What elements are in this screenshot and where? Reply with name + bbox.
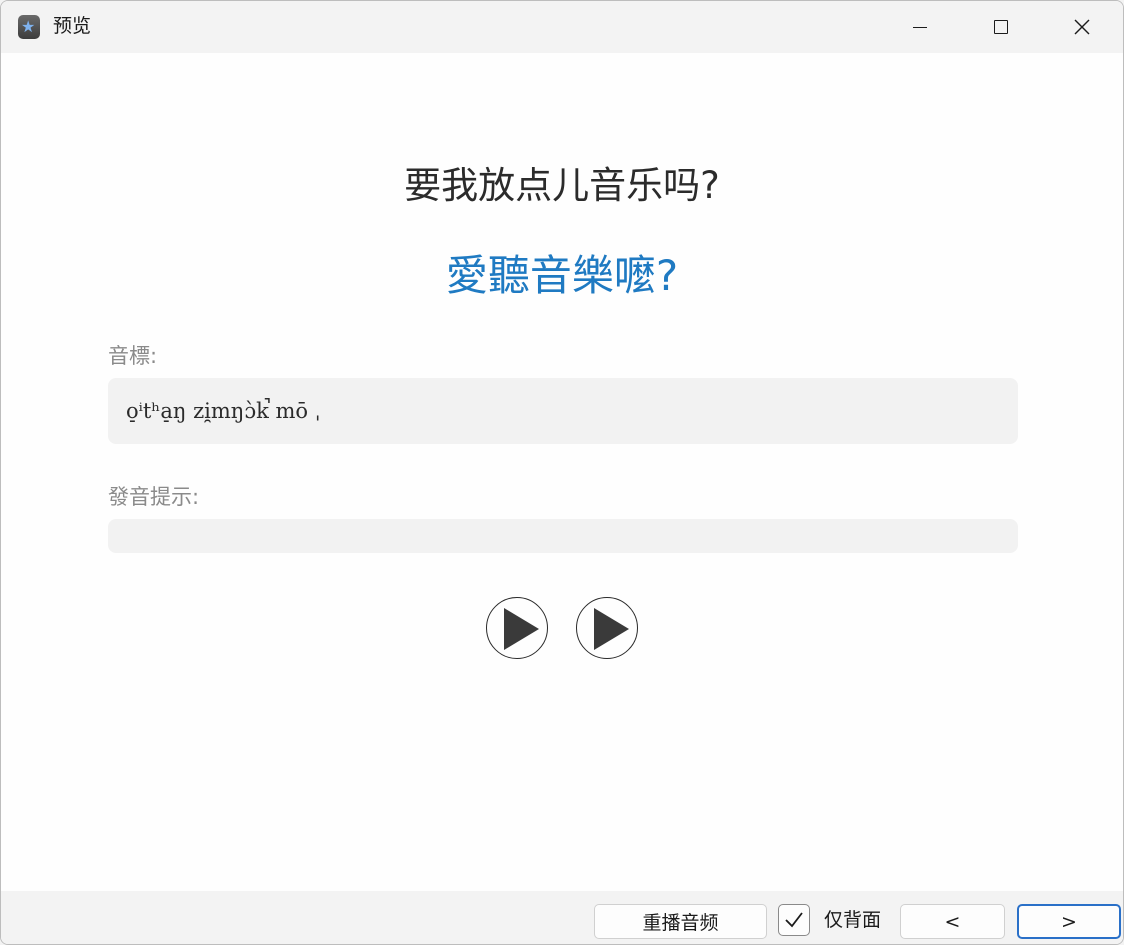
card-back-text: 愛聽音樂嚒? bbox=[445, 251, 679, 300]
play-audio-button-1[interactable] bbox=[486, 597, 548, 659]
footer-toolbar: 重播音频 仅背面 < > bbox=[1, 891, 1123, 944]
ipa-label: 音標: bbox=[108, 344, 158, 368]
close-icon bbox=[1074, 19, 1090, 35]
play-audio-button-2[interactable] bbox=[576, 597, 638, 659]
replay-audio-button[interactable]: 重播音频 bbox=[594, 904, 767, 939]
play-icon bbox=[594, 608, 629, 650]
window-title: 预览 bbox=[53, 15, 92, 37]
app-star-icon bbox=[18, 15, 40, 39]
play-icon bbox=[504, 608, 539, 650]
ipa-value: o̠ⁱtʰa̠ŋ zi̯mŋɔ̀k̚ mō ˌ bbox=[126, 399, 321, 423]
previous-button[interactable]: < bbox=[900, 904, 1005, 939]
close-button[interactable] bbox=[1041, 1, 1123, 53]
checkmark-icon bbox=[785, 912, 803, 928]
minimize-button[interactable] bbox=[879, 1, 961, 53]
back-only-checkbox[interactable] bbox=[778, 904, 810, 936]
next-button[interactable]: > bbox=[1017, 904, 1121, 939]
title-bar[interactable]: 预览 bbox=[1, 1, 1123, 53]
maximize-button[interactable] bbox=[960, 1, 1042, 53]
minimize-icon bbox=[913, 26, 927, 28]
ipa-field: o̠ⁱtʰa̠ŋ zi̯mŋɔ̀k̚ mō ˌ bbox=[108, 378, 1018, 444]
back-only-label[interactable]: 仅背面 bbox=[824, 906, 881, 934]
preview-window: 预览 要我放点儿音乐吗? 愛聽音樂嚒? 音標: o̠ⁱtʰa̠ŋ zi̯mŋɔ̀… bbox=[0, 0, 1124, 945]
maximize-icon bbox=[994, 20, 1008, 34]
hint-field bbox=[108, 519, 1018, 553]
card-preview: 要我放点儿音乐吗? 愛聽音樂嚒? 音標: o̠ⁱtʰa̠ŋ zi̯mŋɔ̀k̚ … bbox=[1, 53, 1123, 891]
hint-label: 發音提示: bbox=[108, 485, 200, 509]
card-front-text: 要我放点儿音乐吗? bbox=[404, 164, 720, 207]
